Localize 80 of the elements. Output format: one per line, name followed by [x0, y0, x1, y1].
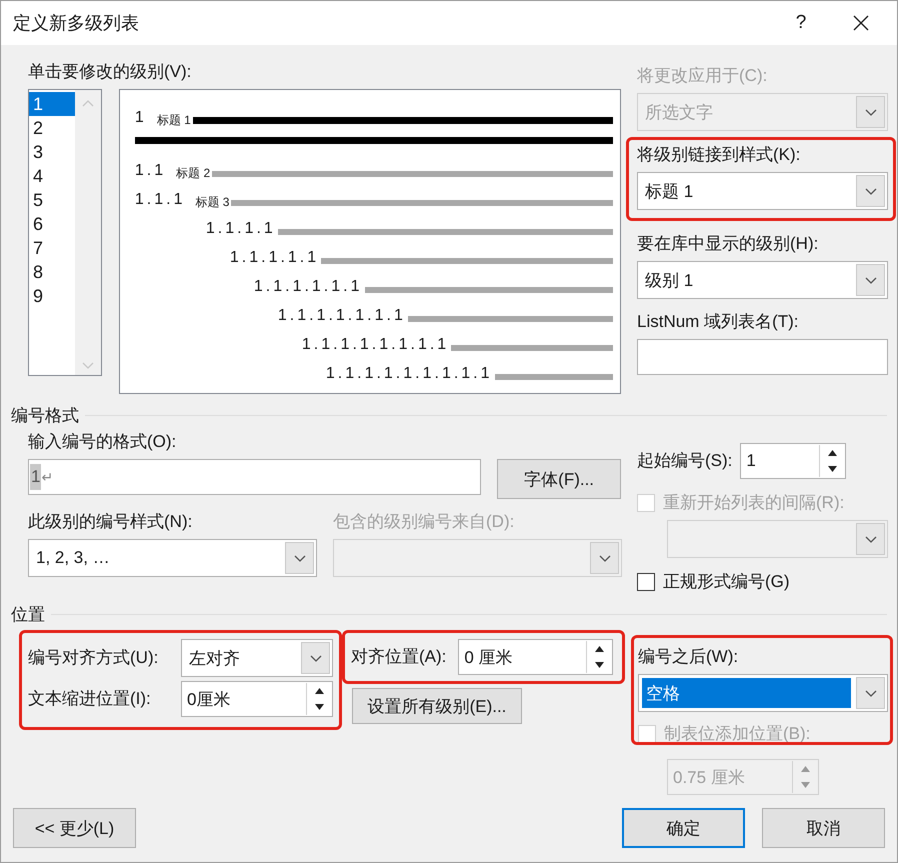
text-field[interactable] [637, 339, 888, 375]
field-label: 此级别的编号样式(N): [28, 511, 194, 533]
field-label: 将更改应用于(C): [637, 65, 768, 87]
level-item[interactable]: 9 [29, 284, 75, 308]
field-label: 单击要修改的级别(V): [28, 61, 192, 83]
spin-up-icon [828, 449, 837, 457]
chevron-down-icon [864, 108, 876, 116]
level-item[interactable]: 8 [29, 260, 75, 284]
chevron-down-icon [864, 536, 876, 542]
style-name: 标题 2 [176, 165, 210, 181]
spin-field[interactable]: 0 厘米 [458, 639, 614, 675]
level-number: 1.1 [134, 161, 166, 181]
group-title: 编号格式 [11, 405, 79, 427]
chevron-down-icon [310, 654, 322, 662]
level-item[interactable]: 7 [29, 236, 75, 260]
spin-up-icon [800, 765, 810, 773]
style-name: 标题 1 [156, 112, 191, 128]
number-format-field[interactable]: 1↵ [28, 459, 482, 495]
field-label: 输入编号的格式(O): [28, 431, 178, 453]
dropdown[interactable]: 左对齐 [181, 639, 333, 677]
spin-down-icon [828, 465, 837, 473]
dropdown[interactable] [333, 539, 622, 577]
level-number: 1 [134, 108, 147, 128]
cancel-button[interactable]: 取消 [762, 808, 885, 848]
level-number: 1.1.1.1.1.1.1.1.1 [326, 364, 493, 384]
level-number: 1.1.1.1.1.1 [254, 277, 362, 297]
help-button[interactable]: ? [771, 3, 831, 43]
dropdown[interactable]: 级别 1 [637, 261, 888, 299]
style-name: 标题 3 [195, 194, 230, 210]
chevron-down-icon [864, 690, 876, 696]
window-title: 定义新多级列表 [13, 12, 139, 35]
chevron-up-icon [82, 100, 94, 107]
font-button[interactable]: 字体(F)... [497, 459, 621, 499]
field-label: ListNum 域列表名(T): [637, 311, 800, 333]
level-number: 1.1.1.1.1.1.1.1 [302, 335, 450, 355]
spin-down-icon [594, 661, 604, 669]
level-list[interactable]: 1 2 3 4 5 6 7 8 9 [28, 89, 102, 376]
level-number: 1.1.1.1 [206, 219, 276, 239]
field-label: 包含的级别编号来自(D): [333, 511, 516, 533]
dropdown[interactable]: 空格 [638, 674, 888, 712]
level-item[interactable]: 3 [29, 140, 75, 164]
spin-up-icon [314, 687, 324, 695]
dropdown[interactable]: 标题 1 [637, 172, 888, 210]
field-label: 文本缩进位置(I): [28, 688, 151, 710]
dropdown[interactable]: 1, 2, 3, … [28, 539, 317, 577]
ok-button[interactable]: 确定 [622, 808, 745, 848]
chevron-down-icon [864, 188, 876, 194]
checkbox[interactable] [637, 572, 655, 590]
spin-up-icon [594, 645, 604, 653]
field-label: 将级别链接到样式(K): [637, 144, 802, 166]
checkbox-label: 重新开始列表的间隔(R): [663, 492, 844, 514]
chevron-down-icon [294, 554, 306, 562]
level-item[interactable]: 6 [29, 212, 75, 236]
field-label: 对齐位置(A): [351, 646, 446, 668]
spin-down-icon [800, 781, 810, 789]
paragraph-mark: ↵ [41, 468, 54, 486]
checkbox-label: 正规形式编号(G) [663, 571, 790, 593]
level-item[interactable]: 5 [29, 188, 75, 212]
set-all-levels-button[interactable]: 设置所有级别(E)... [352, 688, 522, 724]
field-label: 起始编号(S): [637, 450, 732, 472]
spin-field[interactable]: 1 [740, 443, 846, 479]
level-item[interactable]: 2 [29, 116, 75, 140]
level-number: 1.1.1.1.1 [230, 248, 320, 268]
scrollbar[interactable] [74, 90, 101, 375]
chevron-down-icon [82, 362, 94, 369]
less-button[interactable]: << 更少(L) [13, 808, 136, 848]
close-icon [853, 15, 869, 31]
field-label: 要在库中显示的级别(H): [637, 233, 820, 255]
field-label: 编号之后(W): [638, 646, 740, 668]
field-label: 编号对齐方式(U): [28, 647, 158, 669]
spin-field[interactable]: 0厘米 [181, 681, 333, 717]
chevron-down-icon [598, 554, 610, 562]
level-item[interactable]: 4 [29, 164, 75, 188]
chevron-down-icon [864, 276, 876, 284]
level-number: 1.1.1 [134, 190, 186, 210]
spin-down-icon [314, 703, 324, 711]
level-number: 1.1.1.1.1.1.1 [278, 306, 406, 326]
group-title: 位置 [11, 604, 45, 626]
level-item[interactable]: 1 [29, 92, 75, 116]
dropdown[interactable] [667, 520, 888, 558]
